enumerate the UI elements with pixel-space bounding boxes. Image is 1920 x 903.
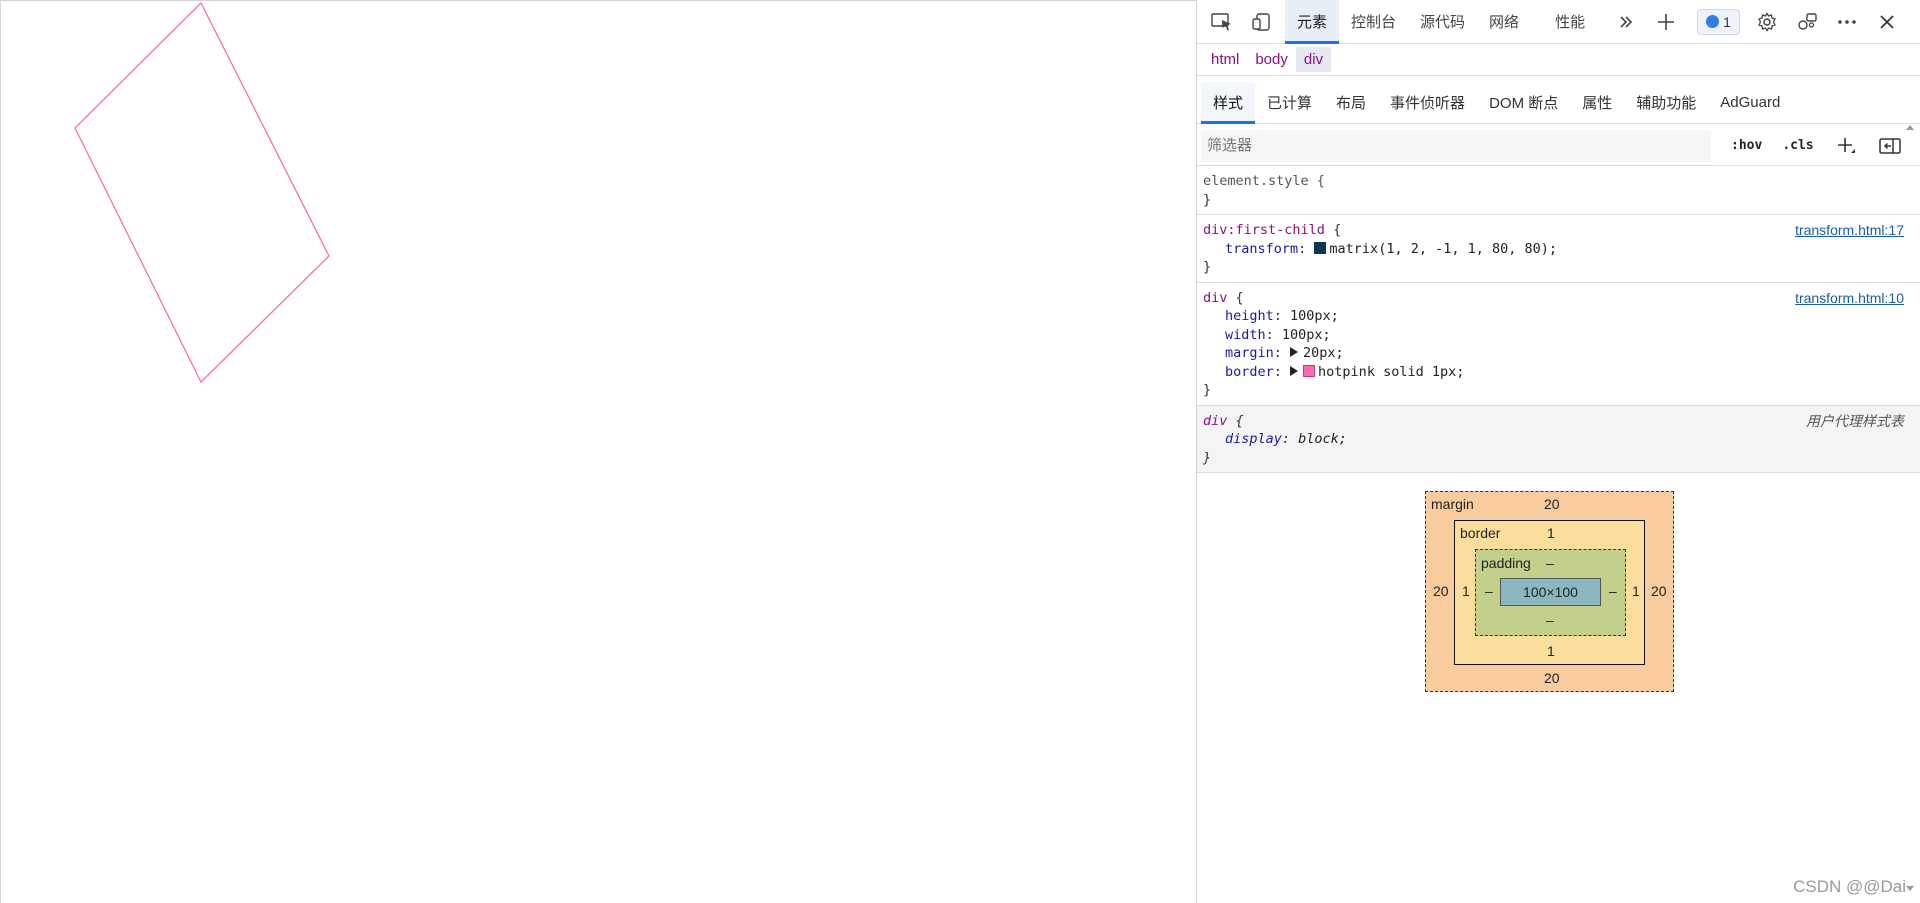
rule-element-style[interactable]: element.style { } [1197, 166, 1920, 215]
property-value[interactable]: 20px; [1303, 345, 1344, 361]
dom-breadcrumb: html body div [1197, 44, 1920, 76]
subtab-dom-breakpoints[interactable]: DOM 断点 [1477, 82, 1570, 124]
subtab-layout[interactable]: 布局 [1324, 82, 1378, 124]
expand-triangle-icon[interactable] [1290, 347, 1299, 357]
margin-left-value[interactable]: 20 [1433, 583, 1449, 599]
user-agent-stylesheet-label: 用户代理样式表 [1806, 412, 1904, 429]
issues-count: 1 [1723, 13, 1731, 30]
page-viewport [0, 0, 1196, 903]
declaration-border[interactable]: border: hotpink solid 1px; [1203, 363, 1914, 382]
property-value[interactable]: matrix(1, 2, -1, 1, 80, 80); [1329, 241, 1557, 257]
settings-gear-icon[interactable] [1750, 5, 1784, 39]
rule-selector: div:first-child [1203, 222, 1325, 238]
feedback-icon[interactable] [1790, 5, 1824, 39]
breadcrumb-body[interactable]: body [1247, 47, 1296, 72]
declaration-margin[interactable]: margin: 20px; [1203, 344, 1914, 363]
property-value[interactable]: 100px; [1282, 327, 1331, 343]
styles-filter-bar: :hov .cls [1197, 126, 1920, 166]
close-icon[interactable] [1870, 5, 1904, 39]
breadcrumb-div[interactable]: div [1295, 47, 1332, 72]
rule-source-link[interactable]: transform.html:10 [1795, 289, 1904, 308]
style-rules-list: element.style { } div:first-child { tran… [1197, 166, 1920, 473]
padding-label: padding [1481, 555, 1531, 571]
viewport-canvas [74, 1, 330, 384]
more-tabs-icon[interactable] [1609, 5, 1643, 39]
hov-toggle-button[interactable]: :hov [1731, 138, 1762, 153]
cls-toggle-button[interactable]: .cls [1782, 138, 1813, 153]
property-value[interactable]: 100px; [1290, 308, 1339, 324]
property-name: border [1225, 363, 1274, 380]
transform-editor-icon[interactable] [1314, 241, 1327, 254]
border-right-value[interactable]: 1 [1632, 583, 1640, 599]
property-name: margin [1225, 345, 1274, 361]
content-size-value[interactable]: 100×100 [1523, 584, 1578, 600]
rule-div[interactable]: div { transform.html:10 height: 100px; w… [1197, 283, 1920, 406]
margin-right-value[interactable]: 20 [1651, 583, 1667, 599]
rule-div-first-child[interactable]: div:first-child { transform.html:17 tran… [1197, 215, 1920, 283]
property-name: height [1225, 308, 1274, 324]
rule-selector: element.style { [1203, 173, 1325, 189]
devtools-toolbar: 元素 控制台 源代码 网络 性能 1 [1197, 0, 1920, 44]
property-name: width [1225, 326, 1266, 343]
rule-user-agent-div: div { 用户代理样式表 display: block; } [1197, 405, 1920, 473]
padding-right-value[interactable]: – [1609, 583, 1617, 599]
breadcrumb-html[interactable]: html [1203, 47, 1247, 72]
tab-performance[interactable]: 性能 [1543, 0, 1597, 44]
subtab-properties[interactable]: 属性 [1570, 82, 1624, 124]
rule-selector: div [1203, 412, 1228, 429]
border-left-value[interactable]: 1 [1462, 583, 1470, 599]
rule-source-link[interactable]: transform.html:17 [1795, 221, 1904, 240]
sidebar-tabs: 样式 已计算 布局 事件侦听器 DOM 断点 属性 辅助功能 AdGuard [1197, 81, 1920, 124]
subtab-styles[interactable]: 样式 [1201, 81, 1256, 124]
declaration-width[interactable]: width: 100px; [1203, 326, 1914, 345]
device-emulation-icon[interactable] [1245, 5, 1279, 39]
devtools-panel: 元素 控制台 源代码 网络 性能 1 html body div 样式 已计算 … [1196, 0, 1920, 903]
box-model-diagram: margin 20 20 20 20 border 1 1 1 1 paddin… [1425, 491, 1674, 692]
declaration-transform[interactable]: transform: matrix(1, 2, -1, 1, 80, 80); [1203, 240, 1914, 259]
add-tab-icon[interactable] [1649, 5, 1683, 39]
border-label: border [1460, 525, 1501, 541]
styles-scrollbar[interactable] [1900, 118, 1920, 903]
tab-console[interactable]: 控制台 [1339, 0, 1408, 44]
border-bottom-value[interactable]: 1 [1547, 643, 1555, 659]
tab-elements[interactable]: 元素 [1285, 0, 1340, 44]
declaration-display: display: block; [1225, 431, 1347, 447]
padding-left-value[interactable]: – [1485, 583, 1493, 599]
expand-triangle-icon[interactable] [1290, 365, 1299, 376]
border-top-value[interactable]: 1 [1547, 525, 1555, 541]
color-swatch-icon[interactable] [1303, 364, 1316, 377]
property-name: display [1225, 431, 1282, 447]
property-name: transform [1225, 240, 1299, 257]
box-model-border[interactable]: border 1 1 1 1 padding – – – – 100×100 [1454, 520, 1645, 665]
subtab-computed[interactable]: 已计算 [1255, 82, 1324, 124]
margin-bottom-value[interactable]: 20 [1544, 670, 1560, 686]
property-value[interactable]: hotpink solid 1px; [1318, 364, 1464, 380]
declaration-height[interactable]: height: 100px; [1203, 307, 1914, 326]
rule-selector: div [1203, 289, 1228, 306]
subtab-adguard[interactable]: AdGuard [1708, 82, 1792, 124]
margin-label: margin [1431, 496, 1474, 512]
padding-bottom-value[interactable]: – [1546, 612, 1554, 628]
subtab-accessibility[interactable]: 辅助功能 [1624, 82, 1708, 124]
inspect-element-icon[interactable] [1205, 5, 1239, 39]
box-model-margin[interactable]: margin 20 20 20 20 border 1 1 1 1 paddin… [1425, 491, 1674, 692]
new-style-rule-icon[interactable] [1834, 134, 1858, 158]
tab-sources[interactable]: 源代码 [1408, 0, 1477, 44]
padding-top-value[interactable]: – [1546, 555, 1554, 571]
box-model-content[interactable]: 100×100 [1500, 578, 1601, 606]
styles-filter-input[interactable] [1201, 129, 1711, 162]
tab-network[interactable]: 网络 [1477, 0, 1531, 44]
issues-icon [1706, 15, 1720, 28]
watermark: CSDN @@Dai [1793, 877, 1906, 896]
more-options-icon[interactable] [1830, 5, 1864, 39]
subtab-event-listeners[interactable]: 事件侦听器 [1378, 82, 1477, 124]
box-model-padding[interactable]: padding – – – – 100×100 [1475, 549, 1626, 636]
transformed-div-shape[interactable] [74, 1, 330, 384]
toggle-computed-sidebar-icon[interactable] [1878, 134, 1902, 158]
issues-badge[interactable]: 1 [1697, 8, 1740, 35]
margin-top-value[interactable]: 20 [1544, 496, 1560, 512]
rule-close-brace: } [1203, 191, 1212, 208]
property-value: block; [1298, 431, 1347, 447]
